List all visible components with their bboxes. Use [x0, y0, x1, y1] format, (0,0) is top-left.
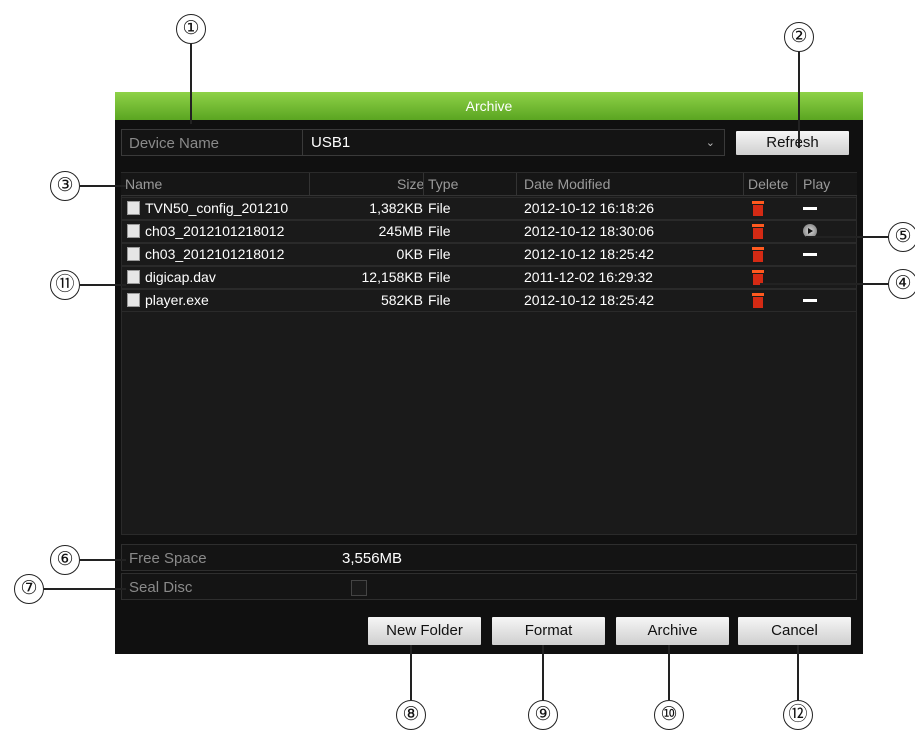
callout-6: ⑥	[50, 545, 80, 575]
row-date: 2012-10-12 18:30:06	[524, 223, 654, 239]
column-type[interactable]: Type	[428, 176, 458, 192]
format-button[interactable]: Format	[492, 617, 605, 645]
row-type: File	[428, 292, 451, 308]
column-size[interactable]: Size	[397, 176, 424, 192]
row-name: player.exe	[145, 292, 209, 308]
column-delete: Delete	[748, 176, 789, 192]
row-size: 582KB	[380, 292, 423, 308]
callout-5: ⑤	[888, 222, 915, 252]
leader-line-8	[410, 645, 412, 700]
device-select[interactable]: USB1 ⌄	[302, 130, 725, 155]
trash-icon[interactable]	[752, 293, 764, 308]
row-size: 245MB	[378, 223, 423, 239]
archive-dialog: Archive Device Name USB1 ⌄ Refresh Name …	[115, 92, 863, 654]
row-type: File	[428, 200, 451, 216]
leader-line-9	[542, 645, 544, 700]
dash-icon	[803, 253, 817, 256]
column-date-modified[interactable]: Date Modified	[524, 176, 610, 192]
row-name: ch03_2012101218012	[145, 246, 285, 262]
free-space-value: 3,556MB	[342, 550, 403, 567]
seal-disc-checkbox[interactable]	[351, 580, 367, 596]
table-row[interactable]: ch03_2012101218012 245MB File 2012-10-12…	[121, 220, 857, 243]
cancel-button[interactable]: Cancel	[738, 617, 851, 645]
row-type: File	[428, 269, 451, 285]
row-name: TVN50_config_201210	[145, 200, 289, 216]
dash-icon	[803, 207, 817, 210]
column-name[interactable]: Name	[125, 176, 162, 192]
leader-line-4	[760, 283, 888, 285]
callout-8: ⑧	[396, 700, 426, 730]
device-name-label: Device Name	[129, 135, 220, 152]
row-date: 2012-10-12 16:18:26	[524, 200, 654, 216]
callout-3: ③	[50, 171, 80, 201]
table-row[interactable]: player.exe 582KB File 2012-10-12 18:25:4…	[121, 289, 857, 312]
row-date: 2012-10-12 18:25:42	[524, 246, 654, 262]
dialog-title: Archive	[115, 92, 863, 120]
device-name-row: Device Name USB1 ⌄	[121, 129, 725, 156]
file-icon	[127, 270, 140, 284]
callout-2: ②	[784, 22, 814, 52]
row-type: File	[428, 223, 451, 239]
callout-10: ⑩	[654, 700, 684, 730]
trash-icon[interactable]	[752, 201, 764, 216]
row-type: File	[428, 246, 451, 262]
file-icon	[127, 224, 140, 238]
seal-disc-row: Seal Disc	[121, 573, 857, 600]
new-folder-button[interactable]: New Folder	[368, 617, 481, 645]
row-name: digicap.dav	[145, 269, 216, 285]
row-size: 1,382KB	[369, 200, 423, 216]
callout-11: ⑪	[50, 270, 80, 300]
seal-disc-label: Seal Disc	[129, 579, 193, 596]
row-date: 2012-10-12 18:25:42	[524, 292, 654, 308]
leader-line-5	[806, 236, 888, 238]
table-row[interactable]: ch03_2012101218012 0KB File 2012-10-12 1…	[121, 243, 857, 266]
free-space-label: Free Space	[129, 550, 207, 567]
leader-line-1	[190, 44, 192, 124]
row-size: 12,158KB	[361, 269, 424, 285]
refresh-button[interactable]: Refresh	[736, 131, 849, 155]
row-date: 2011-12-02 16:29:32	[524, 269, 653, 285]
row-size: 0KB	[396, 246, 423, 262]
trash-icon[interactable]	[752, 224, 764, 239]
leader-line-11	[80, 284, 126, 286]
leader-line-6	[80, 559, 126, 561]
leader-line-3	[80, 185, 126, 187]
callout-1: ①	[176, 14, 206, 44]
callout-9: ⑨	[528, 700, 558, 730]
free-space-row: Free Space 3,556MB	[121, 544, 857, 571]
trash-icon[interactable]	[752, 247, 764, 262]
dash-icon	[803, 299, 817, 302]
archive-button[interactable]: Archive	[616, 617, 729, 645]
column-play: Play	[803, 176, 831, 192]
leader-line-2	[798, 52, 800, 148]
callout-7: ⑦	[14, 574, 44, 604]
table-row[interactable]: TVN50_config_201210 1,382KB File 2012-10…	[121, 197, 857, 220]
table-row[interactable]: digicap.dav 12,158KB File 2011-12-02 16:…	[121, 266, 857, 289]
file-icon	[127, 293, 140, 307]
leader-line-10	[668, 645, 670, 700]
chevron-down-icon: ⌄	[705, 137, 715, 149]
callout-12: ⑫	[783, 700, 813, 730]
file-icon	[127, 201, 140, 215]
callout-4: ④	[888, 269, 915, 299]
leader-line-7	[44, 588, 126, 590]
file-icon	[127, 247, 140, 261]
device-select-value: USB1	[311, 134, 351, 151]
file-list-header: Name Size Type Date Modified Delete Play	[121, 173, 857, 196]
leader-line-12	[797, 645, 799, 700]
row-name: ch03_2012101218012	[145, 223, 285, 239]
